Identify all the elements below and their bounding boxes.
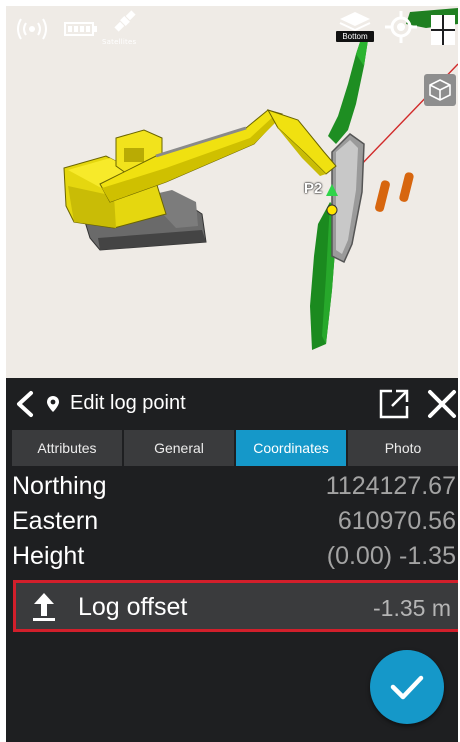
panel-title: Edit log point [70,392,186,414]
tab-attributes[interactable]: Attributes [12,430,122,466]
location-pin-icon [46,395,60,413]
app-window: Satellites Bottom P2 Edit log point Attr… [6,6,458,742]
orange-posts [375,172,414,212]
excavator-arm [266,109,337,175]
map-viewport[interactable]: Satellites Bottom P2 [6,6,458,378]
view-cube-icon [429,79,451,101]
view-cube-button[interactable] [424,74,456,106]
panel-header: Edit log point [6,378,458,430]
confirm-button[interactable] [370,650,444,724]
offset-up-icon [32,592,56,622]
log-offset-label: Log offset [78,593,188,621]
point-marker [326,204,338,216]
excavator-scene [63,8,458,350]
open-external-icon [379,389,409,419]
coordinate-label: Height [12,542,85,570]
close-icon [428,390,456,418]
target-icon [385,11,417,43]
layer-label: Bottom [336,31,374,42]
back-button[interactable] [12,390,36,418]
coordinate-row-eastern: Eastern 610970.56 [6,505,458,539]
tab-bar: Attributes General Coordinates Photo [12,430,458,466]
tab-coordinates[interactable]: Coordinates [236,430,346,466]
open-external-button[interactable] [378,388,410,420]
target-button[interactable] [384,10,418,49]
chevron-left-icon [17,391,33,417]
layers-icon [339,12,371,32]
close-button[interactable] [426,388,458,420]
coordinate-value: 610970.56 [337,507,456,535]
tab-photo[interactable]: Photo [348,430,458,466]
coordinate-label: Northing [12,472,107,500]
coordinate-value: 1124127.67 [325,472,456,500]
coordinate-row-height: Height (0.00) -1.35 [6,540,458,574]
log-offset-value: -1.35 m [373,595,451,621]
signal-icon [14,16,50,42]
satellite-icon [110,8,140,34]
point-label: P2 [304,180,323,197]
coordinate-value: (0.00) -1.35 [326,542,456,570]
log-offset-row[interactable]: Log offset -1.35 m [13,580,458,632]
check-icon [390,675,424,700]
tab-general[interactable]: General [124,430,234,466]
battery-icon [64,16,98,42]
satellite-label: Satellites [102,38,137,46]
layout-button[interactable] [430,14,456,51]
coordinate-label: Eastern [12,507,99,535]
layout-icon [431,15,455,45]
coordinate-row-northing: Northing 1124127.67 [6,470,458,504]
